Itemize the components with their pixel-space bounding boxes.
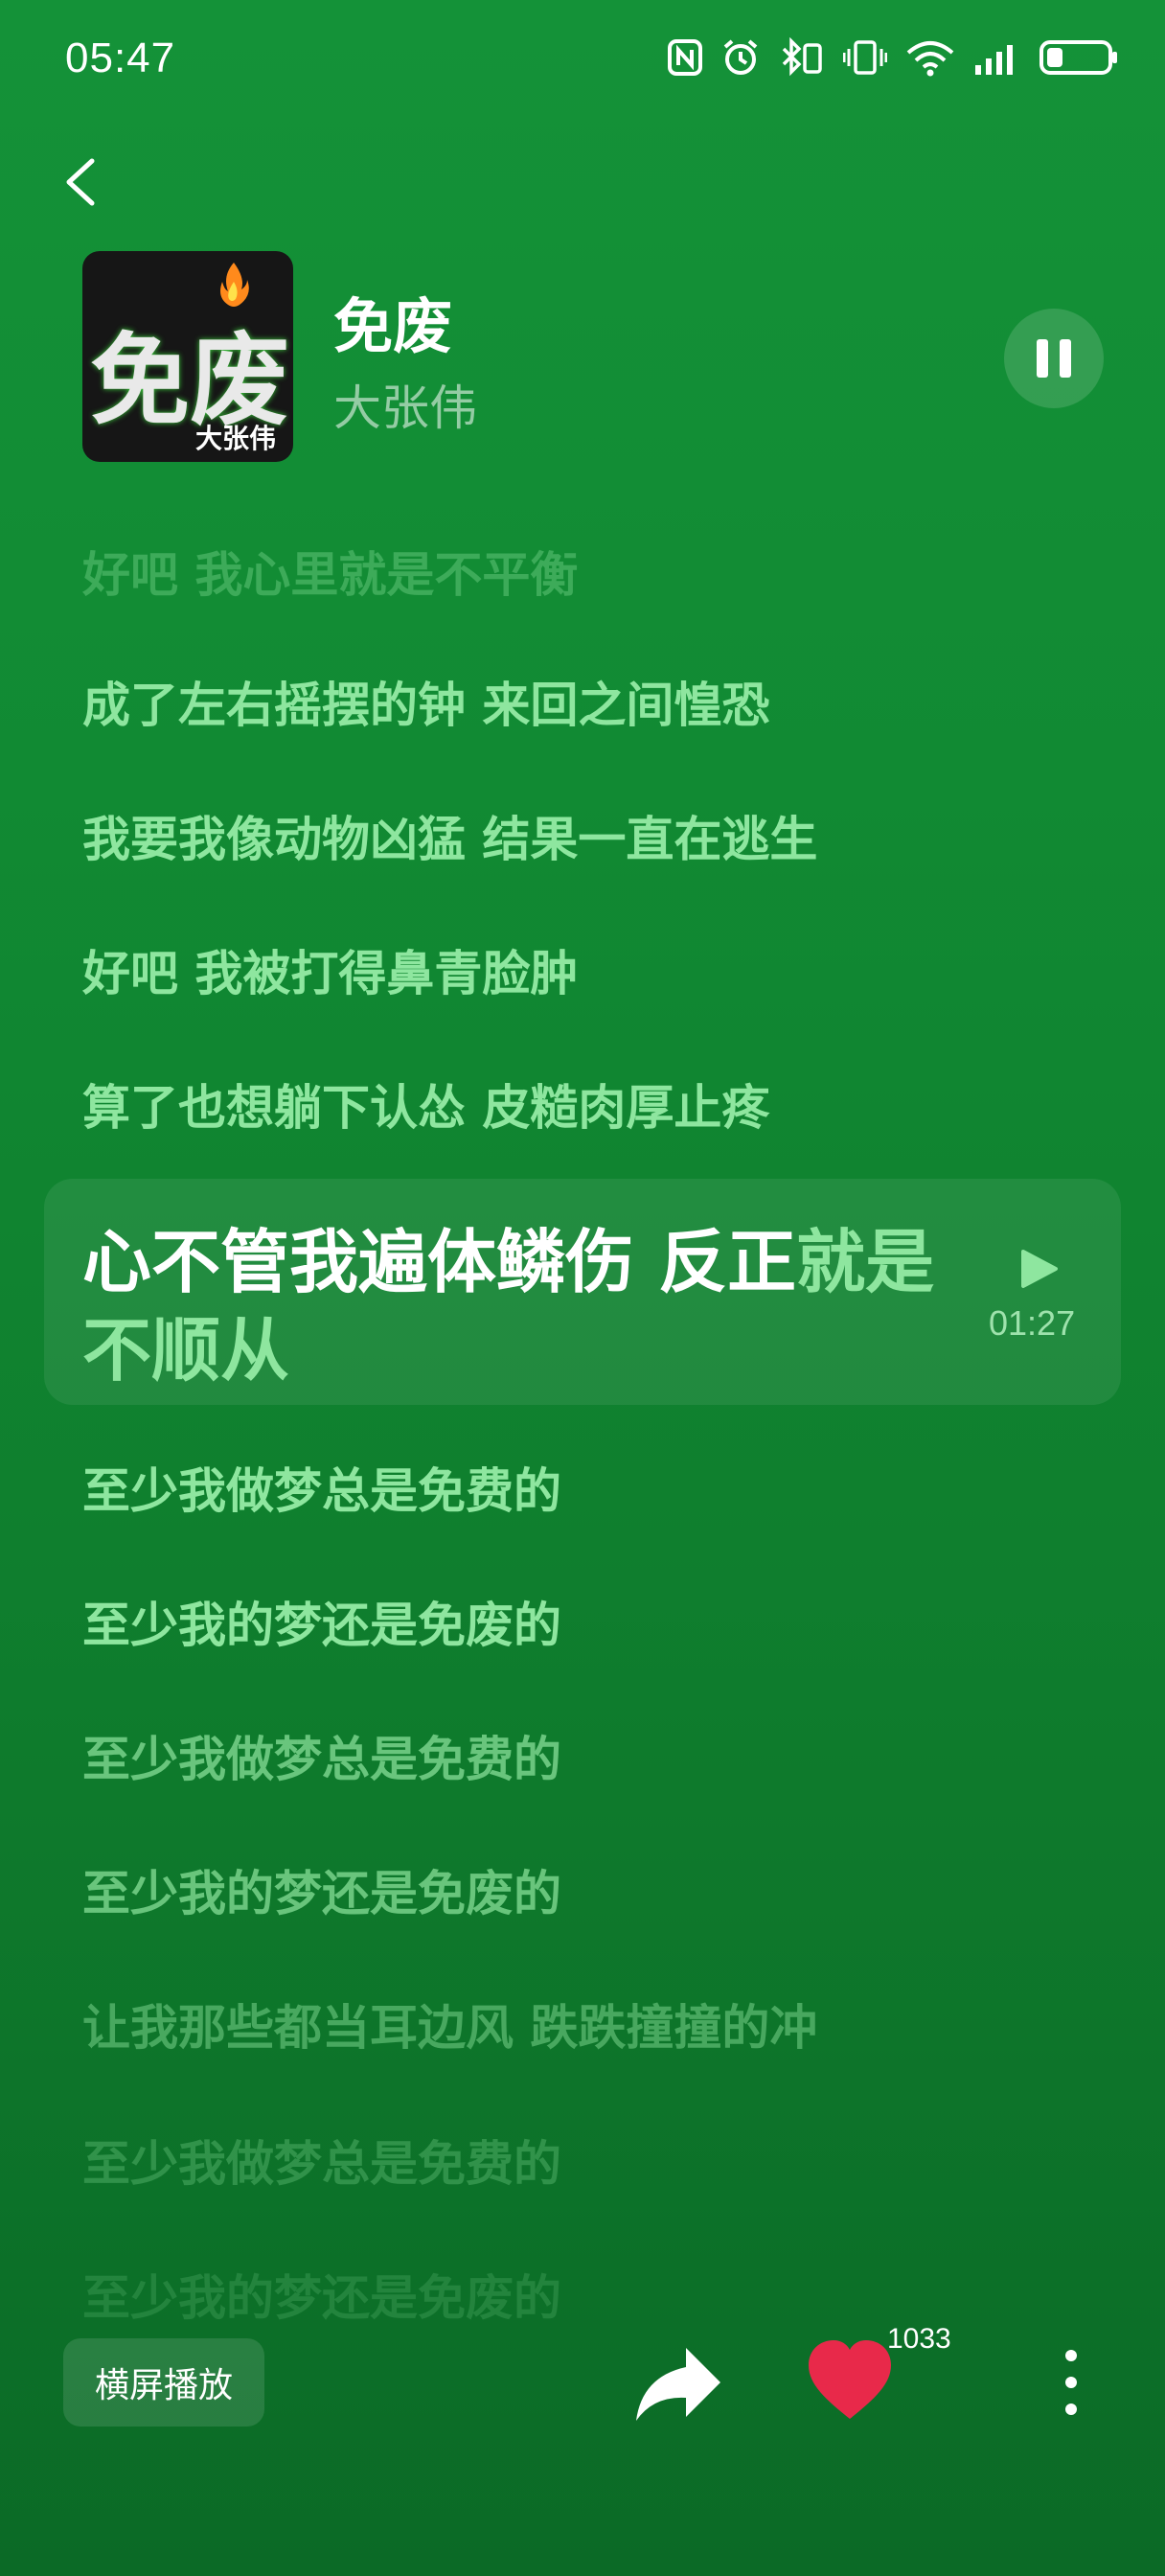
lyric-line[interactable]: 至少我的梦还是免废的 [82, 2260, 561, 2329]
play-triangle-icon[interactable] [1017, 1248, 1060, 1290]
vibrate-icon [843, 40, 887, 75]
pause-icon-bar [1060, 339, 1071, 378]
lyric-line[interactable]: 至少我做梦总是免费的 [82, 2126, 561, 2195]
lyric-line[interactable]: 成了左右摇摆的钟 来回之间惶恐 [82, 667, 769, 736]
like-count: 1033 [887, 2323, 951, 2355]
lyric-line[interactable]: 我要我像动物凶猛 结果一直在逃生 [82, 801, 817, 870]
nfc-icon [668, 39, 702, 76]
pause-button[interactable] [1004, 309, 1104, 408]
bluetooth-icon [782, 37, 822, 77]
artist-name[interactable]: 大张伟 [333, 370, 477, 439]
heart-icon[interactable] [807, 2338, 893, 2423]
current-lyric-sung: 心不管我遍体鳞伤 反正 [82, 1222, 797, 1302]
lyric-line[interactable]: 让我那些都当耳边风 跌跌撞撞的冲 [82, 1990, 817, 2058]
lyric-line[interactable]: 算了也想躺下认怂 皮糙肉厚止疼 [82, 1070, 769, 1138]
album-cover-artist: 大张伟 [194, 423, 276, 454]
status-bar: 05:47 [0, 0, 1165, 115]
current-lyric-unsung-2: 不顺从 [82, 1310, 290, 1391]
share-icon[interactable] [632, 2344, 722, 2425]
more-vertical-icon[interactable] [1052, 2346, 1090, 2423]
current-lyric-unsung: 就是 [796, 1222, 935, 1302]
landscape-play-button[interactable]: 横屏播放 [63, 2338, 264, 2426]
alarm-icon [723, 39, 758, 75]
status-icons [667, 33, 1119, 82]
lyric-line[interactable]: 至少我的梦还是免废的 [82, 1587, 561, 1656]
lyric-line[interactable]: 好吧 我心里就是不平衡 [82, 537, 578, 606]
wifi-icon [906, 41, 954, 77]
current-lyric-line-2: 不顺从 [82, 1294, 289, 1394]
current-lyric-time: 01:27 [989, 1303, 1076, 1343]
pause-icon [1037, 339, 1048, 378]
lyric-line[interactable]: 至少我做梦总是免费的 [82, 1453, 561, 1522]
signal-icon [975, 45, 1013, 75]
song-title: 免废 [333, 291, 453, 361]
battery-icon [1039, 40, 1117, 75]
lyric-line[interactable]: 至少我的梦还是免废的 [82, 1855, 561, 1924]
chevron-left-icon [66, 158, 95, 206]
current-lyric[interactable]: 心不管我遍体鳞伤 反正就是 不顺从 01:27 [44, 1179, 1121, 1405]
lyric-line[interactable]: 好吧 我被打得鼻青脸肿 [82, 935, 578, 1004]
back-button[interactable] [57, 153, 105, 211]
album-cover[interactable]: 免废 大张伟 [82, 251, 293, 462]
status-time: 05:47 [65, 34, 176, 81]
lyric-line[interactable]: 至少我做梦总是免费的 [82, 1721, 561, 1790]
current-lyric-line-1: 心不管我遍体鳞伤 反正就是 [82, 1206, 934, 1306]
